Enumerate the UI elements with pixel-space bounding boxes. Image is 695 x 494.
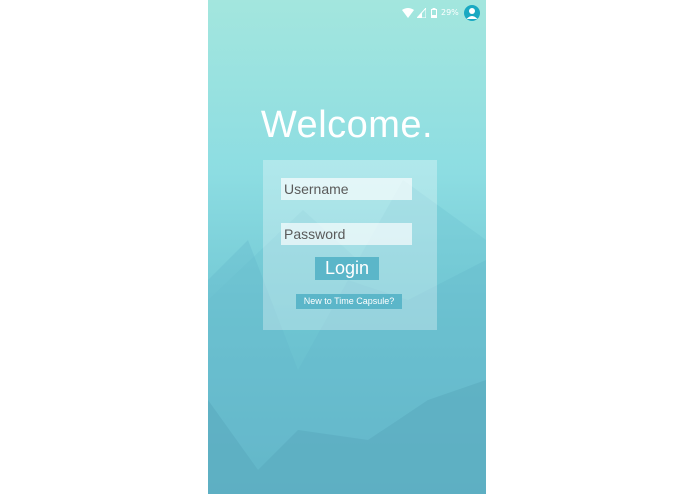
username-input[interactable] — [281, 178, 412, 200]
person-icon — [466, 8, 478, 19]
login-button[interactable]: Login — [315, 257, 379, 280]
account-icon[interactable] — [464, 5, 480, 21]
battery-icon — [431, 8, 437, 18]
phone-screen: 29% Welcome. Login New to Time Capsule? — [208, 0, 486, 494]
signal-icon — [417, 8, 426, 18]
password-input[interactable] — [281, 223, 412, 245]
login-panel: Login New to Time Capsule? — [263, 160, 437, 330]
battery-percent: 29% — [441, 8, 459, 17]
signup-button[interactable]: New to Time Capsule? — [296, 294, 402, 309]
status-bar: 29% — [208, 0, 486, 26]
welcome-title: Welcome. — [260, 104, 434, 146]
wifi-icon — [402, 8, 414, 18]
